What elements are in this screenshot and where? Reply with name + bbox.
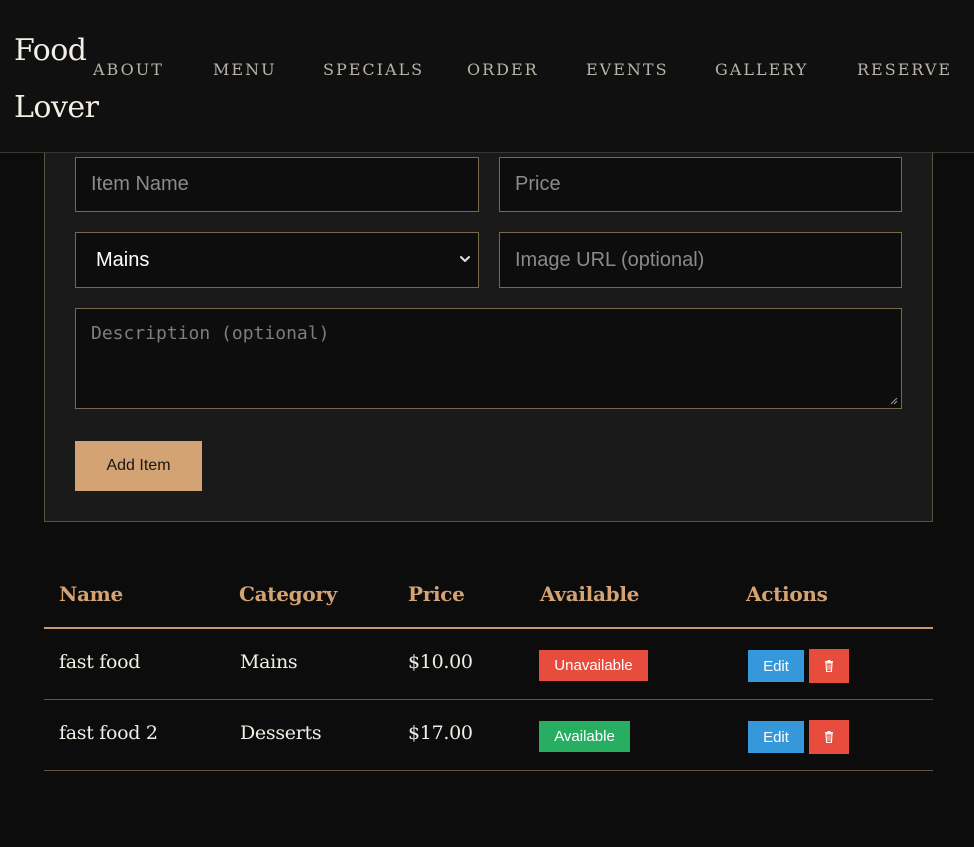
price-placeholder: Price: [515, 173, 561, 195]
cell-category: Desserts: [240, 722, 322, 744]
item-name-placeholder: Item Name: [91, 173, 189, 195]
trash-icon: [825, 660, 833, 672]
header-price: Price: [408, 582, 465, 606]
header-category: Category: [239, 582, 337, 606]
nav-about[interactable]: ABOUT: [93, 60, 164, 79]
nav-menu[interactable]: MENU: [213, 60, 277, 79]
menu-items-table: Name Category Price Available Actions fa…: [44, 558, 933, 771]
delete-button[interactable]: [809, 720, 849, 754]
cell-name: fast food 2: [59, 722, 158, 744]
cell-name: fast food: [59, 651, 141, 673]
main-nav: ABOUT MENU SPECIALS ORDER EVENTS GALLERY…: [0, 60, 974, 84]
add-item-form: Item Name Price Mains Image URL (optiona…: [44, 120, 933, 522]
category-select[interactable]: Mains: [75, 232, 479, 288]
resize-grip-icon[interactable]: [890, 397, 898, 405]
header-name: Name: [59, 582, 123, 606]
status-badge[interactable]: Available: [539, 721, 630, 752]
table-row: fast food Mains $10.00 Unavailable Edit: [44, 629, 933, 700]
header-available: Available: [540, 582, 640, 606]
description-textarea[interactable]: Description (optional): [75, 308, 902, 409]
item-name-input[interactable]: Item Name: [75, 157, 479, 212]
edit-button[interactable]: Edit: [748, 721, 804, 753]
trash-icon: [825, 731, 833, 743]
edit-button[interactable]: Edit: [748, 650, 804, 682]
nav-reserve[interactable]: RESERVE: [857, 60, 952, 79]
status-badge[interactable]: Unavailable: [539, 650, 648, 681]
chevron-down-icon: [460, 256, 470, 262]
cell-category: Mains: [240, 651, 298, 673]
nav-gallery[interactable]: GALLERY: [715, 60, 808, 79]
image-url-placeholder: Image URL (optional): [515, 248, 705, 271]
site-header: Food Lover ABOUT MENU SPECIALS ORDER EVE…: [0, 0, 974, 153]
category-selected-value: Mains: [96, 248, 150, 271]
table-row: fast food 2 Desserts $17.00 Available Ed…: [44, 700, 933, 771]
brand-line-2: Lover: [14, 90, 99, 125]
description-placeholder: Description (optional): [91, 323, 330, 344]
image-url-input[interactable]: Image URL (optional): [499, 232, 902, 288]
cell-price: $17.00: [408, 722, 473, 744]
price-input[interactable]: Price: [499, 157, 902, 212]
nav-order[interactable]: ORDER: [467, 60, 539, 79]
nav-specials[interactable]: SPECIALS: [323, 60, 424, 79]
header-actions: Actions: [746, 582, 828, 606]
nav-events[interactable]: EVENTS: [586, 60, 669, 79]
table-header: Name Category Price Available Actions: [44, 558, 933, 629]
add-item-button[interactable]: Add Item: [75, 441, 202, 491]
delete-button[interactable]: [809, 649, 849, 683]
cell-price: $10.00: [408, 651, 473, 673]
